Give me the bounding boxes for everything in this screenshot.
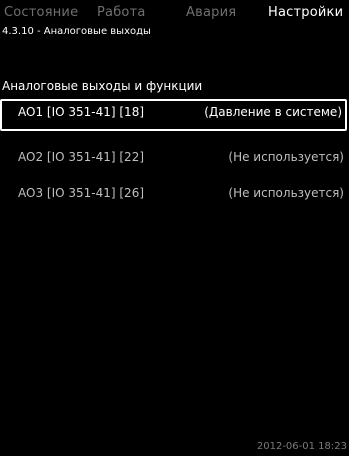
row-label: AO2 [IO 351-41] [22] [18, 150, 145, 164]
analog-output-row-ao3[interactable]: AO3 [IO 351-41] [26] (Не используется) [0, 180, 349, 212]
analog-output-row-ao1[interactable]: AO1 [IO 351-41] [18] (Давление в системе… [0, 99, 347, 131]
tab-operation[interactable]: Работа [97, 5, 146, 21]
row-value: (Давление в системе) [204, 105, 342, 119]
tab-settings[interactable]: Настройки [268, 5, 343, 21]
tab-alarm[interactable]: Авария [186, 5, 236, 21]
row-label: AO1 [IO 351-41] [18] [18, 105, 145, 119]
section-title: Аналоговые выходы и функции [2, 79, 203, 93]
breadcrumb: 4.3.10 - Аналоговые выходы [2, 26, 151, 37]
row-label: AO3 [IO 351-41] [26] [18, 186, 145, 200]
menu-tab-bar: Состояние Работа Авария Настройки [0, 0, 349, 22]
analog-output-row-ao2[interactable]: AO2 [IO 351-41] [22] (Не используется) [0, 144, 349, 176]
status-datetime: 2012-06-01 18:23 [256, 441, 347, 452]
tab-status[interactable]: Состояние [4, 5, 78, 21]
row-value: (Не используется) [228, 186, 344, 200]
row-value: (Не используется) [228, 150, 344, 164]
